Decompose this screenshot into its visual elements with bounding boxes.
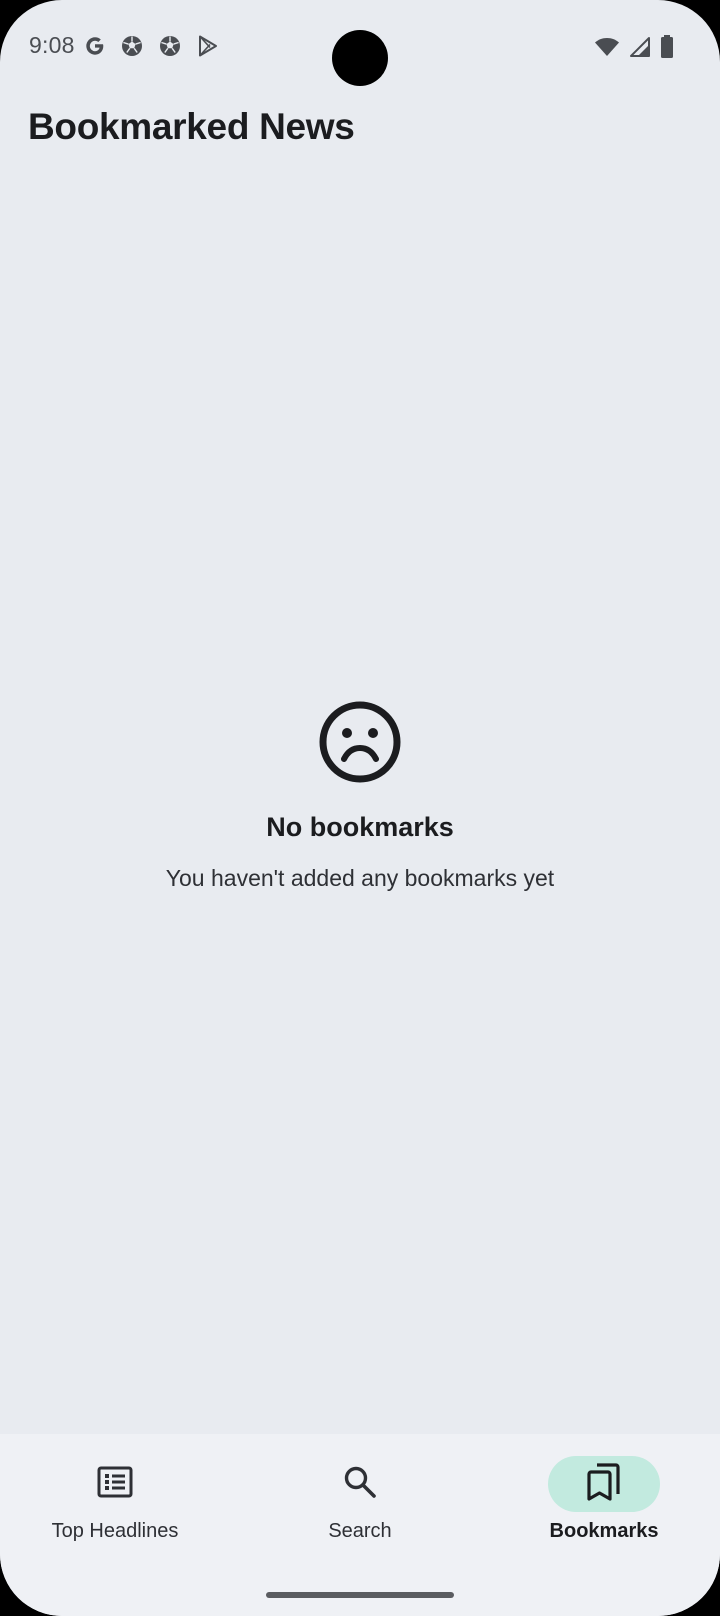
nav-pill bbox=[59, 1456, 171, 1512]
bookmarks-icon bbox=[587, 1462, 621, 1506]
soccer-ball-icon bbox=[120, 34, 144, 58]
system-icons bbox=[594, 35, 674, 59]
page-title: Bookmarked News bbox=[28, 106, 355, 147]
nav-item-search[interactable]: Search bbox=[270, 1456, 450, 1566]
newspaper-icon bbox=[97, 1466, 133, 1503]
empty-state-title: No bookmarks bbox=[266, 812, 454, 842]
nav-item-top-headlines[interactable]: Top Headlines bbox=[25, 1456, 205, 1566]
cell-signal-icon bbox=[629, 36, 651, 58]
search-icon bbox=[343, 1465, 377, 1504]
play-store-icon bbox=[196, 34, 220, 58]
bottom-navigation: Top Headlines Search Bookmarks bbox=[0, 1434, 720, 1616]
device-screen: 9:08 Bookmarked News No bookmarks You ha… bbox=[0, 0, 720, 1616]
empty-state-subtitle: You haven't added any bookmarks yet bbox=[165, 865, 555, 891]
nav-pill bbox=[304, 1456, 416, 1512]
google-icon bbox=[84, 35, 106, 57]
nav-item-bookmarks[interactable]: Bookmarks bbox=[514, 1456, 694, 1566]
nav-label-bookmarks: Bookmarks bbox=[549, 1520, 659, 1542]
status-time: 9:08 bbox=[29, 32, 75, 58]
nav-label-search: Search bbox=[328, 1520, 392, 1542]
wifi-icon bbox=[594, 36, 620, 58]
status-bar: 9:08 bbox=[0, 0, 720, 96]
nav-pill-active bbox=[548, 1456, 660, 1512]
soccer-ball-icon bbox=[158, 34, 182, 58]
camera-cutout bbox=[332, 30, 388, 86]
sad-face-icon bbox=[318, 700, 402, 784]
nav-label-top-headlines: Top Headlines bbox=[51, 1520, 179, 1542]
empty-state: No bookmarks You haven't added any bookm… bbox=[0, 700, 720, 892]
battery-icon bbox=[660, 35, 674, 59]
notification-icons bbox=[84, 34, 220, 58]
home-indicator[interactable] bbox=[266, 1592, 454, 1598]
